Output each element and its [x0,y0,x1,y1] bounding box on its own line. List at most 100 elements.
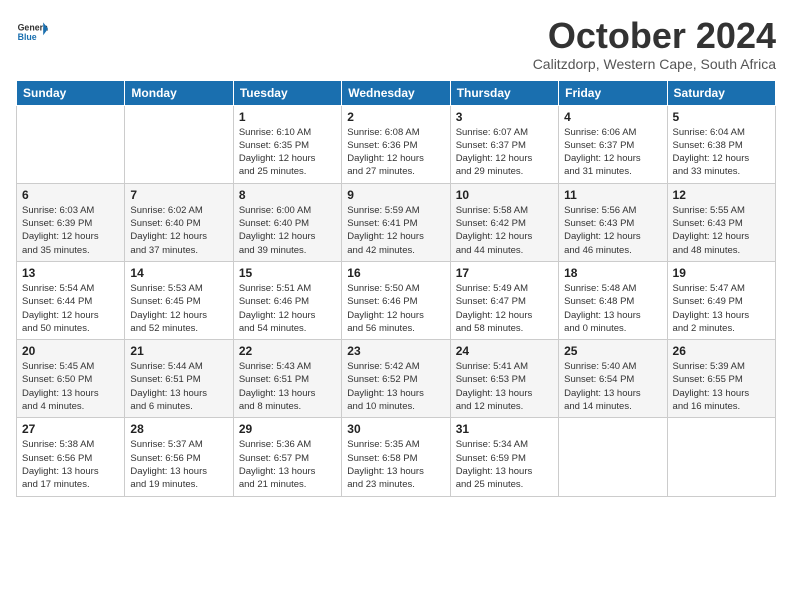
col-monday: Monday [125,80,233,105]
table-row: 16 Sunrise: 5:50 AMSunset: 6:46 PMDayligh… [342,261,450,339]
day-info: Sunrise: 5:49 AMSunset: 6:47 PMDaylight:… [456,282,553,335]
day-number: 13 [22,266,119,280]
day-number: 11 [564,188,661,202]
table-row: 4Sunrise: 6:06 AMSunset: 6:37 PMDaylight… [559,105,667,183]
table-row: 13 Sunrise: 5:54 AMSunset: 6:44 PMDayligh… [17,261,125,339]
day-number: 16 [347,266,444,280]
table-row [559,418,667,496]
day-number: 26 [673,344,770,358]
table-row: 14 Sunrise: 5:53 AMSunset: 6:45 PMDayligh… [125,261,233,339]
table-row [667,418,775,496]
title-block: October 2024 Calitzdorp, Western Cape, S… [533,16,776,72]
table-row [125,105,233,183]
day-info: Sunrise: 5:38 AMSunset: 6:56 PMDaylight:… [22,438,119,491]
table-row: 1 Sunrise: 6:10 AMSunset: 6:35 PMDaylight… [233,105,341,183]
table-row: 6 Sunrise: 6:03 AMSunset: 6:39 PMDaylight… [17,183,125,261]
day-number: 28 [130,422,227,436]
day-number: 20 [22,344,119,358]
day-info: Sunrise: 5:45 AMSunset: 6:50 PMDaylight:… [22,360,119,413]
table-row: 21Sunrise: 5:44 AMSunset: 6:51 PMDayligh… [125,340,233,418]
day-info: Sunrise: 5:36 AMSunset: 6:57 PMDaylight:… [239,438,336,491]
col-sunday: Sunday [17,80,125,105]
table-row: 31 Sunrise: 5:34 AMSunset: 6:59 PMDayligh… [450,418,558,496]
day-info: Sunrise: 5:51 AMSunset: 6:46 PMDaylight:… [239,282,336,335]
calendar-week-row: 6 Sunrise: 6:03 AMSunset: 6:39 PMDaylight… [17,183,776,261]
day-info: Sunrise: 5:39 AMSunset: 6:55 PMDaylight:… [673,360,770,413]
table-row: 26 Sunrise: 5:39 AMSunset: 6:55 PMDayligh… [667,340,775,418]
day-info: Sunrise: 5:40 AMSunset: 6:54 PMDaylight:… [564,360,661,413]
day-number: 18 [564,266,661,280]
logo: General Blue [16,16,48,48]
table-row: 22Sunrise: 5:43 AMSunset: 6:51 PMDayligh… [233,340,341,418]
day-number: 15 [239,266,336,280]
day-number: 29 [239,422,336,436]
calendar-table: Sunday Monday Tuesday Wednesday Thursday… [16,80,776,497]
day-info: Sunrise: 5:50 AMSunset: 6:46 PMDaylight:… [347,282,444,335]
svg-text:Blue: Blue [18,32,37,42]
day-info: Sunrise: 5:54 AMSunset: 6:44 PMDaylight:… [22,282,119,335]
day-info: Sunrise: 5:35 AMSunset: 6:58 PMDaylight:… [347,438,444,491]
table-row: 12Sunrise: 5:55 AMSunset: 6:43 PMDayligh… [667,183,775,261]
day-number: 19 [673,266,770,280]
col-thursday: Thursday [450,80,558,105]
table-row: 24 Sunrise: 5:41 AMSunset: 6:53 PMDayligh… [450,340,558,418]
day-info: Sunrise: 6:06 AMSunset: 6:37 PMDaylight:… [564,126,661,179]
calendar-week-row: 27Sunrise: 5:38 AMSunset: 6:56 PMDayligh… [17,418,776,496]
day-number: 8 [239,188,336,202]
day-number: 9 [347,188,444,202]
table-row: 20 Sunrise: 5:45 AMSunset: 6:50 PMDayligh… [17,340,125,418]
day-number: 30 [347,422,444,436]
location: Calitzdorp, Western Cape, South Africa [533,56,776,72]
table-row: 30 Sunrise: 5:35 AMSunset: 6:58 PMDayligh… [342,418,450,496]
day-number: 25 [564,344,661,358]
day-number: 2 [347,110,444,124]
table-row: 25 Sunrise: 5:40 AMSunset: 6:54 PMDayligh… [559,340,667,418]
day-info: Sunrise: 5:56 AMSunset: 6:43 PMDaylight:… [564,204,661,257]
day-info: Sunrise: 5:48 AMSunset: 6:48 PMDaylight:… [564,282,661,335]
col-friday: Friday [559,80,667,105]
table-row: 28 Sunrise: 5:37 AMSunset: 6:56 PMDayligh… [125,418,233,496]
day-info: Sunrise: 5:42 AMSunset: 6:52 PMDaylight:… [347,360,444,413]
table-row: 27Sunrise: 5:38 AMSunset: 6:56 PMDayligh… [17,418,125,496]
day-info: Sunrise: 6:03 AMSunset: 6:39 PMDaylight:… [22,204,119,257]
table-row: 15 Sunrise: 5:51 AMSunset: 6:46 PMDayligh… [233,261,341,339]
day-info: Sunrise: 6:10 AMSunset: 6:35 PMDaylight:… [239,126,336,179]
logo-icon: General Blue [16,16,48,48]
day-info: Sunrise: 5:41 AMSunset: 6:53 PMDaylight:… [456,360,553,413]
day-info: Sunrise: 5:34 AMSunset: 6:59 PMDaylight:… [456,438,553,491]
day-number: 14 [130,266,227,280]
day-number: 6 [22,188,119,202]
day-number: 17 [456,266,553,280]
day-info: Sunrise: 6:07 AMSunset: 6:37 PMDaylight:… [456,126,553,179]
day-info: Sunrise: 5:59 AMSunset: 6:41 PMDaylight:… [347,204,444,257]
table-row: 18 Sunrise: 5:48 AMSunset: 6:48 PMDayligh… [559,261,667,339]
day-number: 10 [456,188,553,202]
col-wednesday: Wednesday [342,80,450,105]
col-tuesday: Tuesday [233,80,341,105]
page-header: General Blue October 2024 Calitzdorp, We… [16,16,776,72]
table-row: 17 Sunrise: 5:49 AMSunset: 6:47 PMDayligh… [450,261,558,339]
day-number: 7 [130,188,227,202]
table-row: 23Sunrise: 5:42 AMSunset: 6:52 PMDayligh… [342,340,450,418]
day-info: Sunrise: 5:37 AMSunset: 6:56 PMDaylight:… [130,438,227,491]
col-saturday: Saturday [667,80,775,105]
table-row: 19 Sunrise: 5:47 AMSunset: 6:49 PMDayligh… [667,261,775,339]
calendar-week-row: 13 Sunrise: 5:54 AMSunset: 6:44 PMDayligh… [17,261,776,339]
table-row: 9 Sunrise: 5:59 AMSunset: 6:41 PMDaylight… [342,183,450,261]
table-row: 29 Sunrise: 5:36 AMSunset: 6:57 PMDayligh… [233,418,341,496]
table-row: 11 Sunrise: 5:56 AMSunset: 6:43 PMDayligh… [559,183,667,261]
table-row: 8Sunrise: 6:00 AMSunset: 6:40 PMDaylight… [233,183,341,261]
table-row: 5Sunrise: 6:04 AMSunset: 6:38 PMDaylight… [667,105,775,183]
calendar-week-row: 20 Sunrise: 5:45 AMSunset: 6:50 PMDayligh… [17,340,776,418]
day-number: 31 [456,422,553,436]
day-info: Sunrise: 5:47 AMSunset: 6:49 PMDaylight:… [673,282,770,335]
day-number: 21 [130,344,227,358]
day-info: Sunrise: 6:04 AMSunset: 6:38 PMDaylight:… [673,126,770,179]
month-title: October 2024 [533,16,776,56]
day-number: 12 [673,188,770,202]
day-info: Sunrise: 5:53 AMSunset: 6:45 PMDaylight:… [130,282,227,335]
day-number: 22 [239,344,336,358]
day-number: 24 [456,344,553,358]
day-number: 1 [239,110,336,124]
calendar-week-row: 1 Sunrise: 6:10 AMSunset: 6:35 PMDaylight… [17,105,776,183]
